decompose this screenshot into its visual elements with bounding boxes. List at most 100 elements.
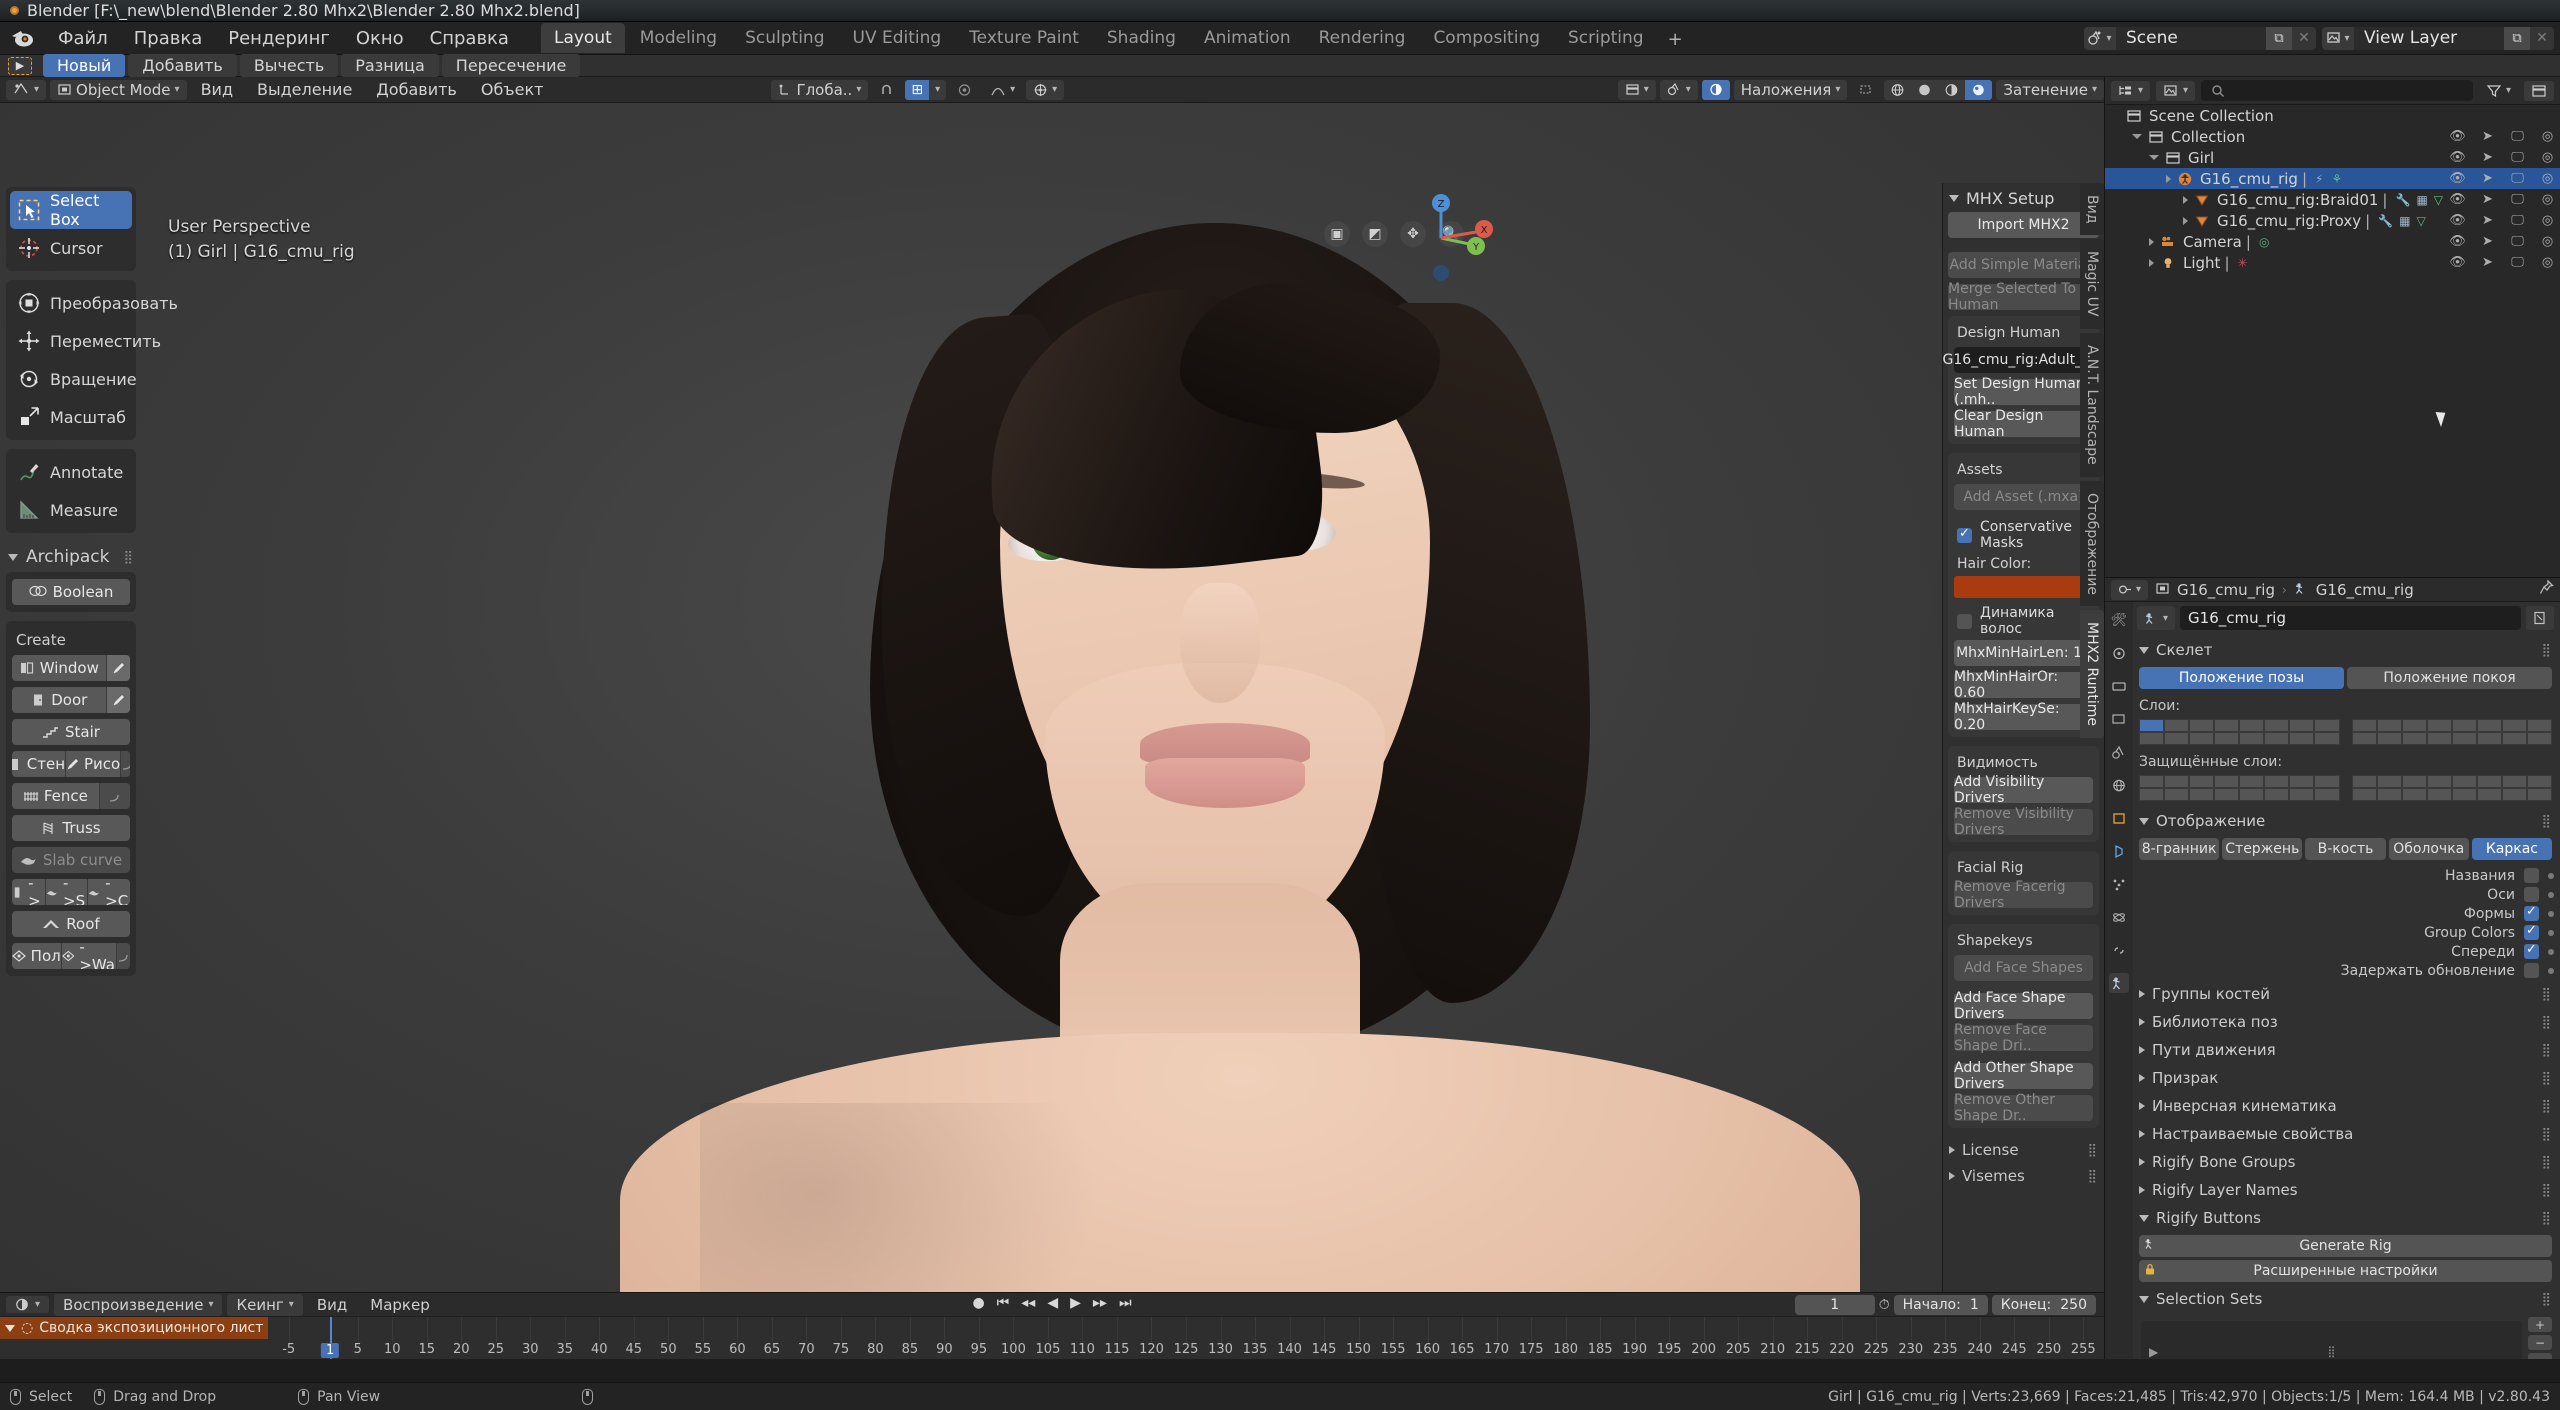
add-visibility-drivers-button[interactable]: Add Visibility Drivers [1954,774,2093,806]
camera-render-icon[interactable]: ◎ [2539,150,2556,165]
layer-cell[interactable] [2426,788,2452,801]
fence-curve-button[interactable] [99,783,130,809]
tool-annotate[interactable]: Annotate [10,453,132,491]
editor-type-icon[interactable]: ▾ [2111,579,2149,600]
breadcrumb-armature-name[interactable]: G16_cmu_rig [2316,581,2414,599]
camera-render-icon[interactable]: ◎ [2539,213,2556,228]
layer-cell[interactable] [2289,732,2315,745]
layer-cell[interactable] [2139,719,2165,732]
camera-render-icon[interactable]: ◎ [2539,129,2556,144]
monitor-icon[interactable]: 🖵 [2509,129,2526,144]
design-human-value[interactable]: G16_cmu_rig:Adult_fe.. [1943,347,2104,373]
stopwatch-icon[interactable]: ⏱ [1879,1297,1890,1313]
layer-grid-right[interactable] [2351,719,2552,745]
monitor-icon[interactable]: 🖵 [2509,192,2526,207]
snap-magnet-icon[interactable] [872,80,901,100]
remove-scene-button[interactable]: ✕ [2292,26,2316,50]
add-face-shapes-button[interactable]: Add Face Shapes [1954,955,2093,981]
outliner-row-light[interactable]: Light | ✳ 👁 ➤ 🖵 ◎ [2105,252,2560,273]
new-scene-button[interactable]: ⧉ [2266,26,2292,50]
sidebar-tab-magic-uv[interactable]: Magic UV [2080,239,2104,329]
layer-cell[interactable] [2164,788,2190,801]
armature-layers[interactable] [2139,719,2552,745]
pose-position-button[interactable]: Положение позы [2139,667,2344,689]
tab-animation[interactable]: Animation [1191,23,1304,53]
breadcrumb-object-name[interactable]: G16_cmu_rig [2177,581,2275,599]
door-edit-button[interactable] [106,687,130,713]
layer-c ell[interactable] [2314,719,2340,732]
tab-scripting[interactable]: Scripting [1555,23,1657,53]
display-mode-stick[interactable]: Стержень [2222,838,2303,860]
collapsed-section-rigify-layer-names[interactable]: Rigify Layer Names ⣿ [2137,1176,2554,1204]
archipack-stair-button[interactable]: Stair [12,719,130,745]
tab-tool[interactable]: 🛠 [2109,610,2129,630]
layer-cell[interactable] [2214,788,2240,801]
tab-world[interactable] [2109,775,2129,795]
pin-icon[interactable] [2539,579,2554,599]
layer-cell[interactable] [2376,732,2402,745]
layer-cell[interactable] [2289,775,2315,788]
layer-cell[interactable] [2289,719,2315,732]
rest-position-button[interactable]: Положение покоя [2347,667,2552,689]
filter-icon[interactable]: ▾ [2479,81,2518,101]
timeline-playhead-label[interactable]: 1 [320,1343,340,1358]
outliner-row-girl[interactable]: Girl 👁 ➤ 🖵 ◎ [2105,147,2560,168]
layer-cell[interactable] [2139,788,2165,801]
subtract-button[interactable]: Вычесть [239,54,339,77]
tab-modifiers[interactable] [2109,841,2129,861]
protected-layers[interactable] [2139,775,2552,801]
viewport-menu-select[interactable]: Выделение [247,79,362,100]
archipack-floor-row[interactable]: Пол ->Wa [12,943,130,969]
cursor-arrow-icon[interactable]: ➤ [2479,255,2496,270]
remove-face-shape-drivers-button[interactable]: Remove Face Shape Dri.. [1954,1022,2093,1054]
scene-name[interactable]: Scene [2116,26,2266,50]
display-option-row[interactable]: Названия [2137,866,2554,885]
layer-cell[interactable] [2401,732,2427,745]
archipack-window-button[interactable]: Window [12,655,107,681]
viewport-menu-object[interactable]: Объект [471,79,554,100]
animate-property-dot[interactable] [2548,891,2554,898]
layer-cell[interactable] [2164,719,2190,732]
shading-popover[interactable]: Затенение ▾ [1996,79,2104,100]
record-icon[interactable]: ● [972,1295,984,1311]
make-single-user-icon[interactable] [2526,606,2554,630]
layer-cell[interactable] [2426,719,2452,732]
eye-icon[interactable]: 👁 [2449,234,2466,249]
eye-icon[interactable]: 👁 [2449,255,2466,270]
archipack-draw-button[interactable]: Рисо [66,751,122,777]
animate-property-dot[interactable] [2548,967,2554,974]
tab-scene[interactable] [2109,742,2129,762]
layer-cell[interactable] [2214,732,2240,745]
layer-cell[interactable] [2351,775,2377,788]
tab-particles[interactable] [2109,874,2129,894]
layer-cell[interactable] [2376,775,2402,788]
tab-object[interactable] [2109,808,2129,828]
tab-uv-editing[interactable]: UV Editing [840,23,955,53]
armature-data-icon[interactable]: ▾ [2137,606,2176,630]
archipack-convert-row[interactable]: -> ->S ->C [12,879,130,905]
protected-grid-right[interactable] [2351,775,2552,801]
layer-cell[interactable] [2314,732,2340,745]
import-mhx2-button[interactable]: Import MHX2 [1948,212,2099,238]
display-option-checkbox[interactable] [2524,868,2539,883]
skeleton-section-header[interactable]: Скелет ⣿ [2137,636,2554,664]
tab-texture-paint[interactable]: Texture Paint [956,23,1092,53]
intersect-button[interactable]: Пересечение [441,54,581,77]
layer-cell[interactable] [2189,788,2215,801]
tab-physics[interactable] [2109,907,2129,927]
add-workspace-button[interactable]: + [1659,26,1692,53]
sidebar-tab-view[interactable]: Вид [2080,183,2104,236]
blender-logo-icon[interactable] [10,27,36,49]
advanced-settings-button[interactable]: Расширенные настройки [2139,1260,2552,1282]
view-layer-icon[interactable]: ▾ [2322,26,2354,50]
timeline-menu-keying[interactable]: Кеинг ▾ [227,1293,303,1316]
add-button[interactable]: Добавить [128,54,237,77]
layer-cell[interactable] [2476,732,2502,745]
layer-cell[interactable] [2239,719,2265,732]
chevron-right-icon[interactable] [2149,237,2154,246]
display-section-header[interactable]: Отображение ⣿ [2137,807,2554,835]
current-frame-field[interactable]: 1 [1794,1295,1875,1315]
remove-view-layer-button[interactable]: ✕ [2530,26,2554,50]
layer-cell[interactable] [2501,775,2527,788]
layer-cell[interactable] [2451,732,2477,745]
